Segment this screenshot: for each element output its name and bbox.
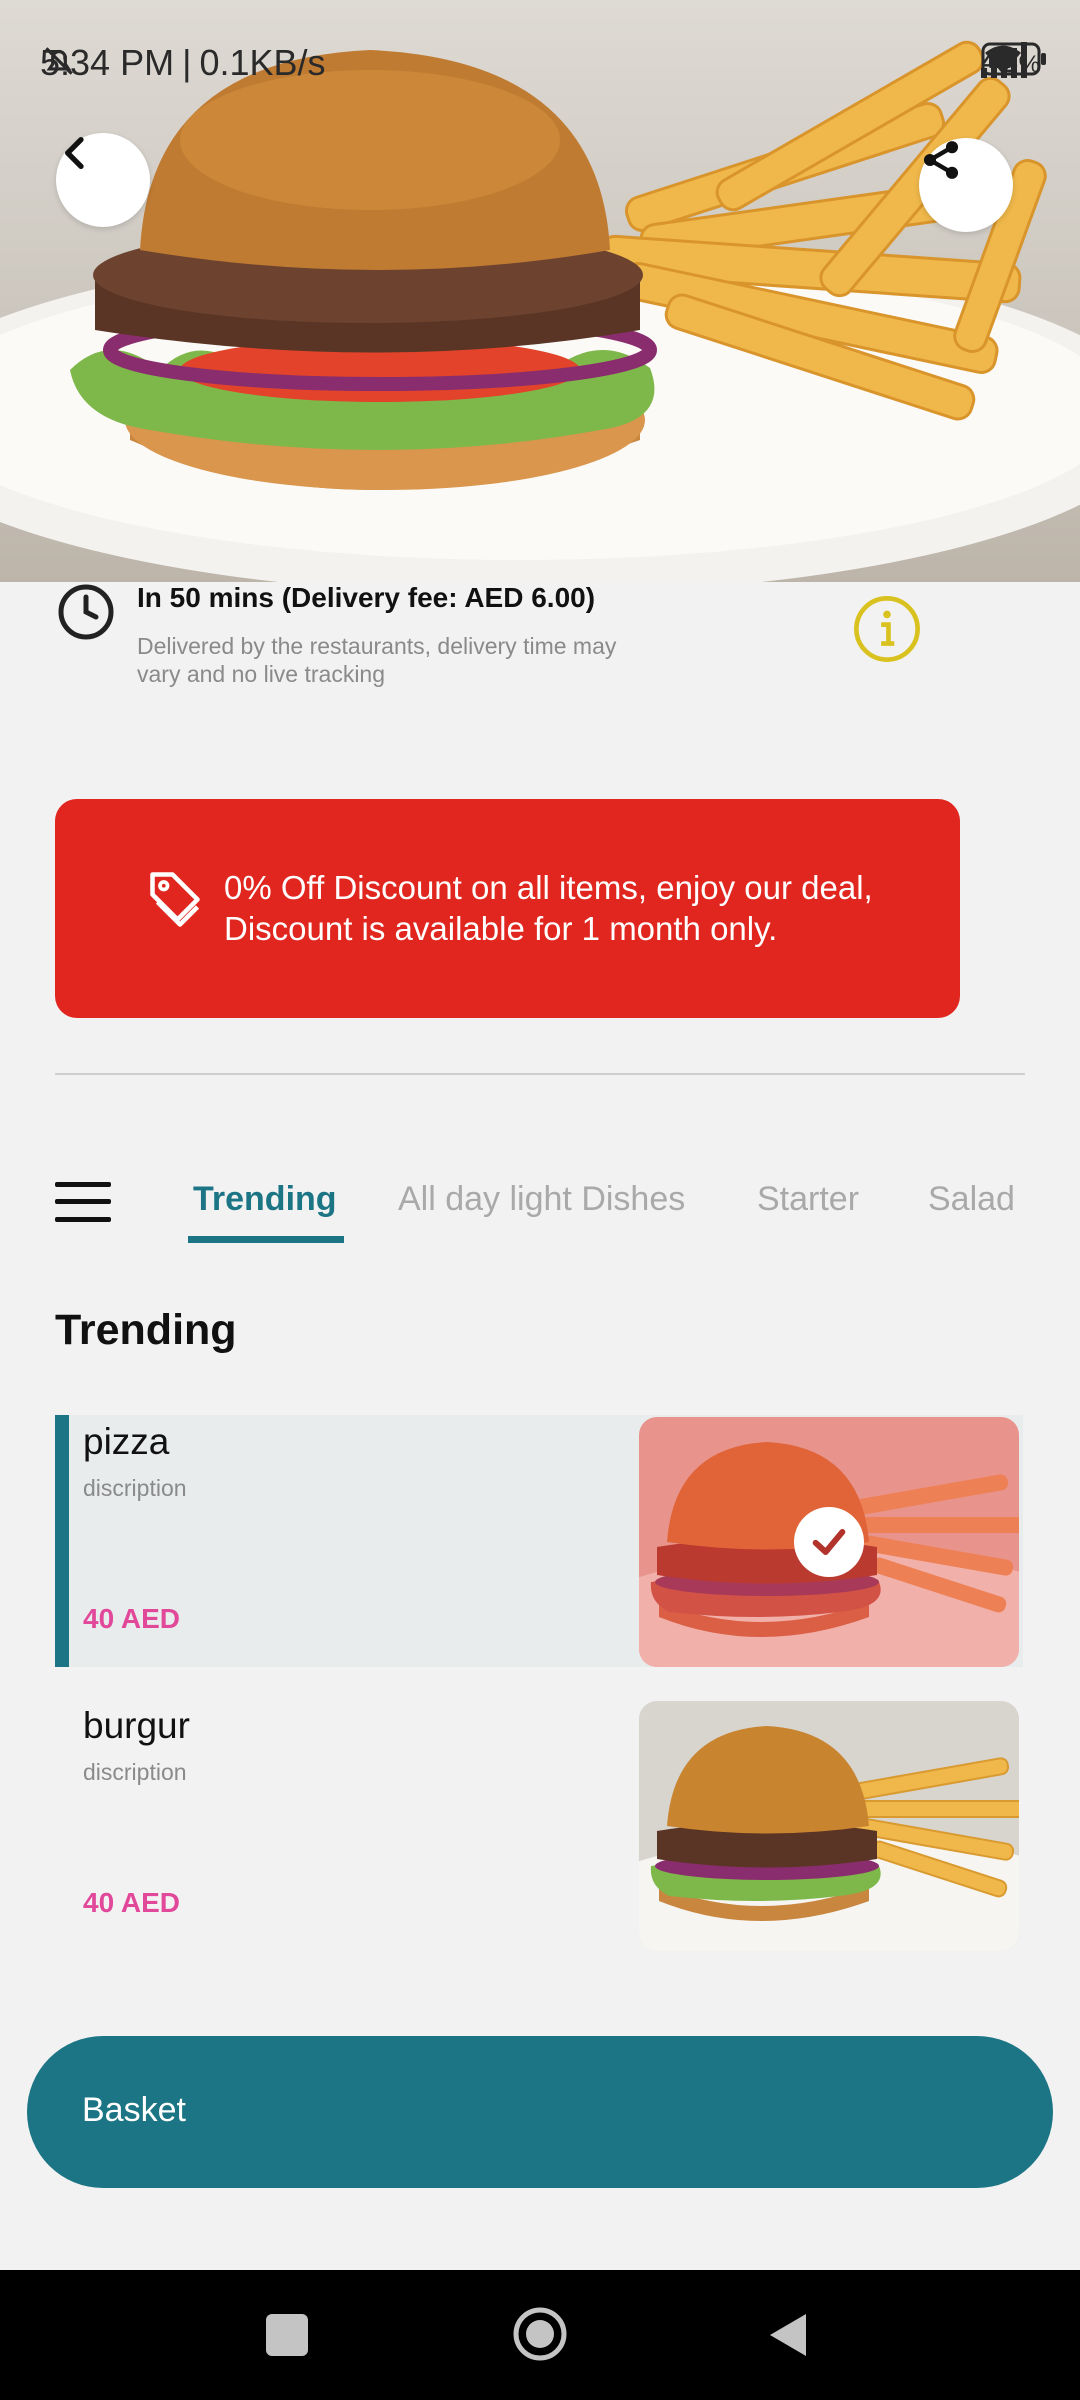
tab-starter[interactable]: Starter <box>757 1180 859 1219</box>
hero-image: 5:34 PM | 0.1KB/s % <box>0 0 1080 582</box>
burger-photo <box>639 1701 1019 1951</box>
item-image <box>639 1701 1019 1951</box>
share-icon <box>923 141 959 179</box>
category-tabs: Trending All day light Dishes Starter Sa… <box>0 1150 1080 1250</box>
battery-icon <box>981 42 1046 76</box>
promo-banner[interactable]: 0% Off Discount on all items, enjoy our … <box>55 799 960 1018</box>
share-button[interactable] <box>919 138 1013 232</box>
active-tab-indicator <box>188 1236 344 1243</box>
item-image <box>639 1417 1019 1667</box>
divider <box>55 1073 1025 1075</box>
menu-item[interactable]: burgur discription 40 AED <box>55 1699 1023 1951</box>
home-circle-icon[interactable] <box>512 2306 568 2362</box>
basket-label: Basket <box>82 2091 186 2129</box>
screen: 5:34 PM | 0.1KB/s % In 50 mins (Delivery… <box>0 0 1080 2400</box>
menu-item[interactable]: pizza discription 40 AED <box>55 1415 1023 1667</box>
basket-button[interactable]: Basket <box>27 2036 1053 2188</box>
tab-salad[interactable]: Salad <box>928 1180 1015 1219</box>
item-price: 40 AED <box>83 1603 181 1634</box>
recents-square-icon[interactable] <box>266 2314 308 2356</box>
system-nav-bar <box>0 2270 1080 2400</box>
delivery-note: Delivered by the restaurants, delivery t… <box>137 633 617 687</box>
bell-off-icon <box>45 47 73 75</box>
section-title: Trending <box>55 1306 237 1354</box>
status-separator: | <box>182 42 192 83</box>
item-price: 40 AED <box>83 1887 181 1918</box>
item-description: discription <box>83 1759 187 1785</box>
clock-icon <box>58 584 114 640</box>
back-triangle-icon[interactable] <box>766 2310 810 2360</box>
info-icon[interactable] <box>852 594 922 664</box>
selected-indicator <box>55 1415 69 1667</box>
item-name: burgur <box>83 1705 190 1746</box>
delivery-time-fee: In 50 mins (Delivery fee: AED 6.00) <box>137 582 596 613</box>
tab-all-day-light-dishes[interactable]: All day light Dishes <box>398 1180 685 1219</box>
promo-text: 0% Off Discount on all items, enjoy our … <box>224 869 873 947</box>
status-bar: 5:34 PM | 0.1KB/s % <box>0 0 1080 130</box>
back-button[interactable] <box>56 133 150 227</box>
tag-icon <box>150 872 200 927</box>
menu-icon[interactable] <box>55 1182 111 1222</box>
selected-check-icon <box>794 1507 864 1577</box>
item-name: pizza <box>83 1421 170 1462</box>
chevron-left-icon <box>65 137 84 169</box>
item-description: discription <box>83 1475 187 1501</box>
tab-trending[interactable]: Trending <box>193 1180 337 1219</box>
status-speed: 0.1KB/s <box>199 42 326 83</box>
